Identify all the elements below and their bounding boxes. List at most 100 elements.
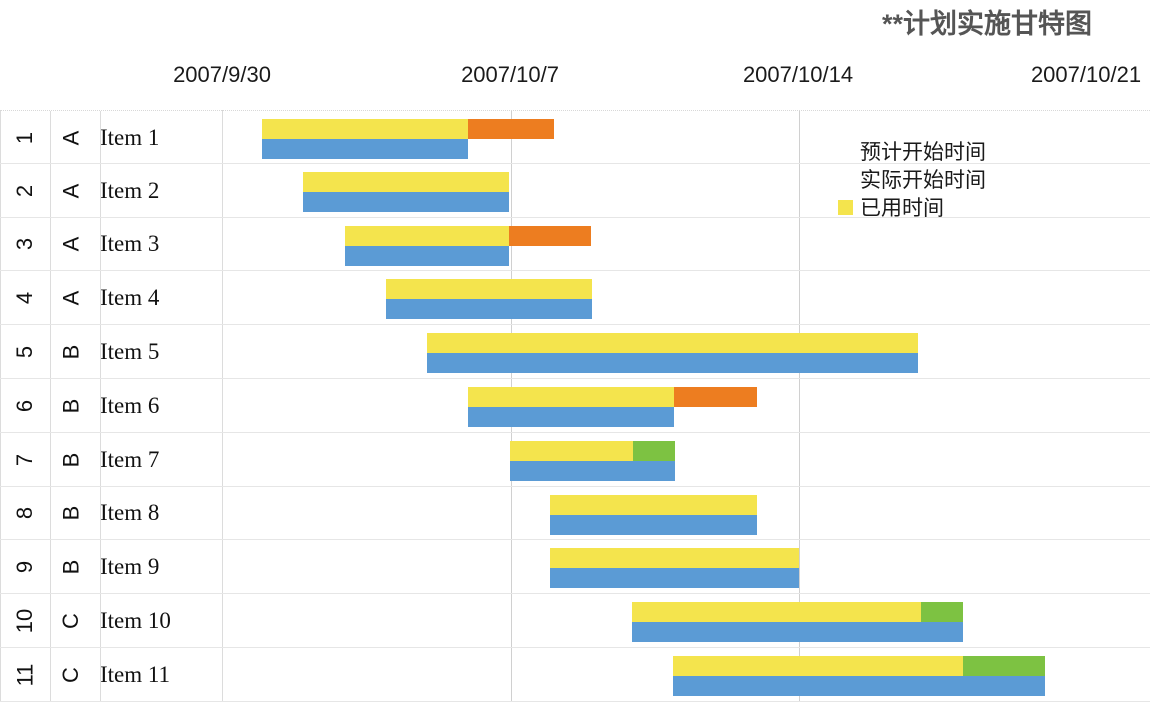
page-title: **计划实施甘特图 xyxy=(881,9,1092,39)
bar-segment-elapsed[interactable] xyxy=(550,548,799,569)
bar-segment-overrun[interactable] xyxy=(674,386,757,407)
legend-item-label: 已用时间 xyxy=(860,197,944,220)
row-number-cell: 11 xyxy=(4,648,46,702)
bar-segment-actual[interactable] xyxy=(468,406,674,427)
row-group-text: B xyxy=(58,344,83,360)
row-number-cell: 7 xyxy=(4,433,46,487)
column-separator xyxy=(0,540,1,594)
bar-segment-actual[interactable] xyxy=(550,568,799,589)
row-number-cell: 1 xyxy=(4,111,46,165)
bar-segment-overrun[interactable] xyxy=(468,119,554,139)
row-group-text: B xyxy=(58,452,83,468)
table-row[interactable]: 11 C Item 11 xyxy=(0,647,1150,702)
table-row[interactable]: 7 B Item 7 xyxy=(0,432,1150,487)
table-row[interactable]: 6 B Item 6 xyxy=(0,378,1150,433)
row-group-cell: C xyxy=(50,594,92,648)
row-group-text: A xyxy=(58,130,83,146)
row-group-cell: B xyxy=(50,487,92,541)
bar-segment-elapsed[interactable] xyxy=(510,440,633,461)
column-separator xyxy=(100,540,101,594)
column-separator xyxy=(222,378,223,432)
table-row[interactable]: 3 A Item 3 xyxy=(0,217,1150,272)
bar-segment-elapsed[interactable] xyxy=(303,171,509,192)
table-row[interactable]: 9 B Item 9 xyxy=(0,540,1150,595)
bar-segment-elapsed[interactable] xyxy=(345,225,509,246)
column-separator xyxy=(100,163,101,217)
column-separator xyxy=(0,325,1,378)
row-number-text: 5 xyxy=(12,345,37,359)
bar-segment-elapsed[interactable] xyxy=(468,386,674,407)
legend-item[interactable]: 预计开始时间 xyxy=(838,137,1068,165)
column-separator xyxy=(222,111,223,163)
row-number-text: 3 xyxy=(12,238,37,251)
legend-item[interactable]: 已用时间 xyxy=(838,193,1068,221)
chart-legend: 预计开始时间 实际开始时间已用时间 xyxy=(838,137,1068,221)
row-number-text: 8 xyxy=(12,507,37,520)
column-separator xyxy=(50,217,51,271)
row-group-text: C xyxy=(57,613,83,630)
x-axis-tick-label: 2007/9/30 xyxy=(173,62,271,87)
bar-segment-elapsed[interactable] xyxy=(673,655,963,676)
row-number-text: 6 xyxy=(12,399,37,412)
column-separator xyxy=(50,486,51,540)
bar-segment-elapsed[interactable] xyxy=(632,602,921,623)
bar-segment-actual[interactable] xyxy=(303,191,509,212)
row-group-cell: B xyxy=(50,540,92,594)
bar-segment-actual[interactable] xyxy=(632,622,963,643)
column-separator xyxy=(50,378,51,432)
bar-segment-elapsed[interactable] xyxy=(262,119,468,139)
bar-segment-actual[interactable] xyxy=(262,139,468,159)
bar-segment-remaining[interactable] xyxy=(921,602,963,623)
column-separator xyxy=(222,163,223,217)
row-number-text: 4 xyxy=(12,292,37,305)
row-group-text: A xyxy=(58,290,83,306)
bar-segment-actual[interactable] xyxy=(386,299,592,320)
row-group-text: C xyxy=(57,666,83,683)
legend-swatch-icon xyxy=(838,199,853,215)
bar-segment-actual[interactable] xyxy=(345,245,509,266)
bar-segment-elapsed[interactable] xyxy=(386,279,592,300)
bar-segment-actual[interactable] xyxy=(427,353,918,374)
row-group-cell: B xyxy=(50,379,92,433)
table-row[interactable]: 10 C Item 10 xyxy=(0,594,1150,648)
row-group-cell: B xyxy=(50,433,92,487)
row-group-text: B xyxy=(58,506,83,521)
column-separator xyxy=(100,486,101,540)
column-separator xyxy=(0,163,1,217)
column-separator xyxy=(0,378,1,432)
bar-segment-actual[interactable] xyxy=(550,514,757,535)
row-number-text: 10 xyxy=(11,608,37,634)
bar-segment-actual[interactable] xyxy=(673,675,1045,696)
row-number-cell: 3 xyxy=(4,218,46,272)
legend-item[interactable]: 实际开始时间 xyxy=(838,165,1068,193)
bar-segment-remaining[interactable] xyxy=(633,440,675,461)
column-separator xyxy=(0,594,1,647)
bar-segment-actual[interactable] xyxy=(510,460,675,481)
column-separator xyxy=(0,647,1,701)
table-row[interactable]: 8 B Item 8 xyxy=(0,486,1150,541)
row-task-label: Item 8 xyxy=(100,500,160,526)
column-separator xyxy=(50,647,51,701)
x-axis-tick-label: 2007/10/14 xyxy=(742,62,854,87)
row-number-cell: 9 xyxy=(4,540,46,594)
column-separator xyxy=(0,432,1,486)
table-row[interactable]: 4 A Item 4 xyxy=(0,271,1150,326)
row-group-cell: C xyxy=(50,648,92,702)
column-separator xyxy=(50,325,51,378)
bar-segment-elapsed[interactable] xyxy=(550,494,757,515)
bar-segment-elapsed[interactable] xyxy=(427,333,918,354)
x-axis-tick-label: 2007/10/21 xyxy=(1030,62,1142,87)
bar-segment-remaining[interactable] xyxy=(963,655,1045,676)
column-separator xyxy=(100,647,101,701)
row-number-cell: 4 xyxy=(4,271,46,325)
row-number-cell: 8 xyxy=(4,487,46,541)
row-group-cell: A xyxy=(50,111,92,165)
row-task-label: Item 2 xyxy=(100,177,160,203)
table-row[interactable]: 5 B Item 5 xyxy=(0,325,1150,379)
column-separator xyxy=(222,432,223,486)
row-number-text: 1 xyxy=(12,131,37,145)
row-number-cell: 2 xyxy=(4,164,46,218)
column-separator xyxy=(50,594,51,647)
row-task-label: Item 5 xyxy=(100,339,160,365)
bar-segment-overrun[interactable] xyxy=(509,225,591,246)
